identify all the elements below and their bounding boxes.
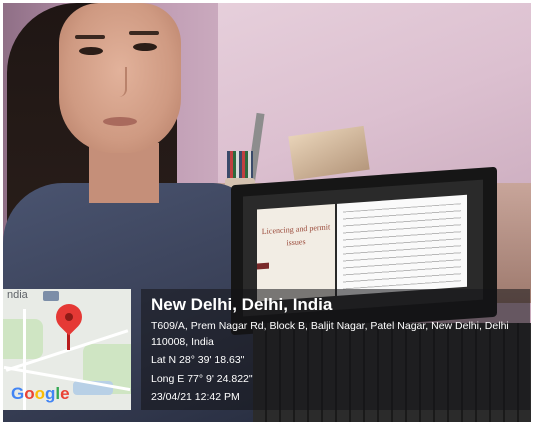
- pin-center: [65, 313, 73, 321]
- slide-title: Licencing and permit issues: [261, 222, 331, 248]
- latitude: Lat N 28° 39' 18.63": [151, 354, 245, 366]
- slide-body-panel: [337, 194, 467, 296]
- google-logo: Google: [11, 384, 70, 403]
- location-title: New Delhi, Delhi, India: [151, 295, 333, 314]
- nose: [111, 67, 127, 97]
- slide-title-panel: Licencing and permit issues: [257, 204, 335, 302]
- left-eyebrow: [75, 35, 105, 39]
- map-thumbnail[interactable]: ndia Google: [3, 289, 131, 410]
- address-line-2: 110008, India: [151, 336, 214, 348]
- pens: [227, 151, 253, 181]
- map-label: ndia: [7, 289, 28, 301]
- right-eye: [133, 43, 157, 51]
- timestamp: 23/04/21 12:42 PM: [151, 391, 240, 403]
- right-eyebrow: [129, 31, 159, 35]
- slide-body-text: [343, 203, 461, 290]
- slide-accent: [257, 262, 269, 270]
- geotag-info-panel: New Delhi, Delhi, India T609/A, Prem Nag…: [141, 289, 530, 410]
- lips: [103, 117, 137, 126]
- longitude: Long E 77° 9' 24.822": [151, 373, 253, 385]
- address-line-1: T609/A, Prem Nagar Rd, Block B, Baljit N…: [151, 320, 509, 332]
- road-badge-icon: [43, 291, 59, 301]
- left-eye: [79, 47, 103, 55]
